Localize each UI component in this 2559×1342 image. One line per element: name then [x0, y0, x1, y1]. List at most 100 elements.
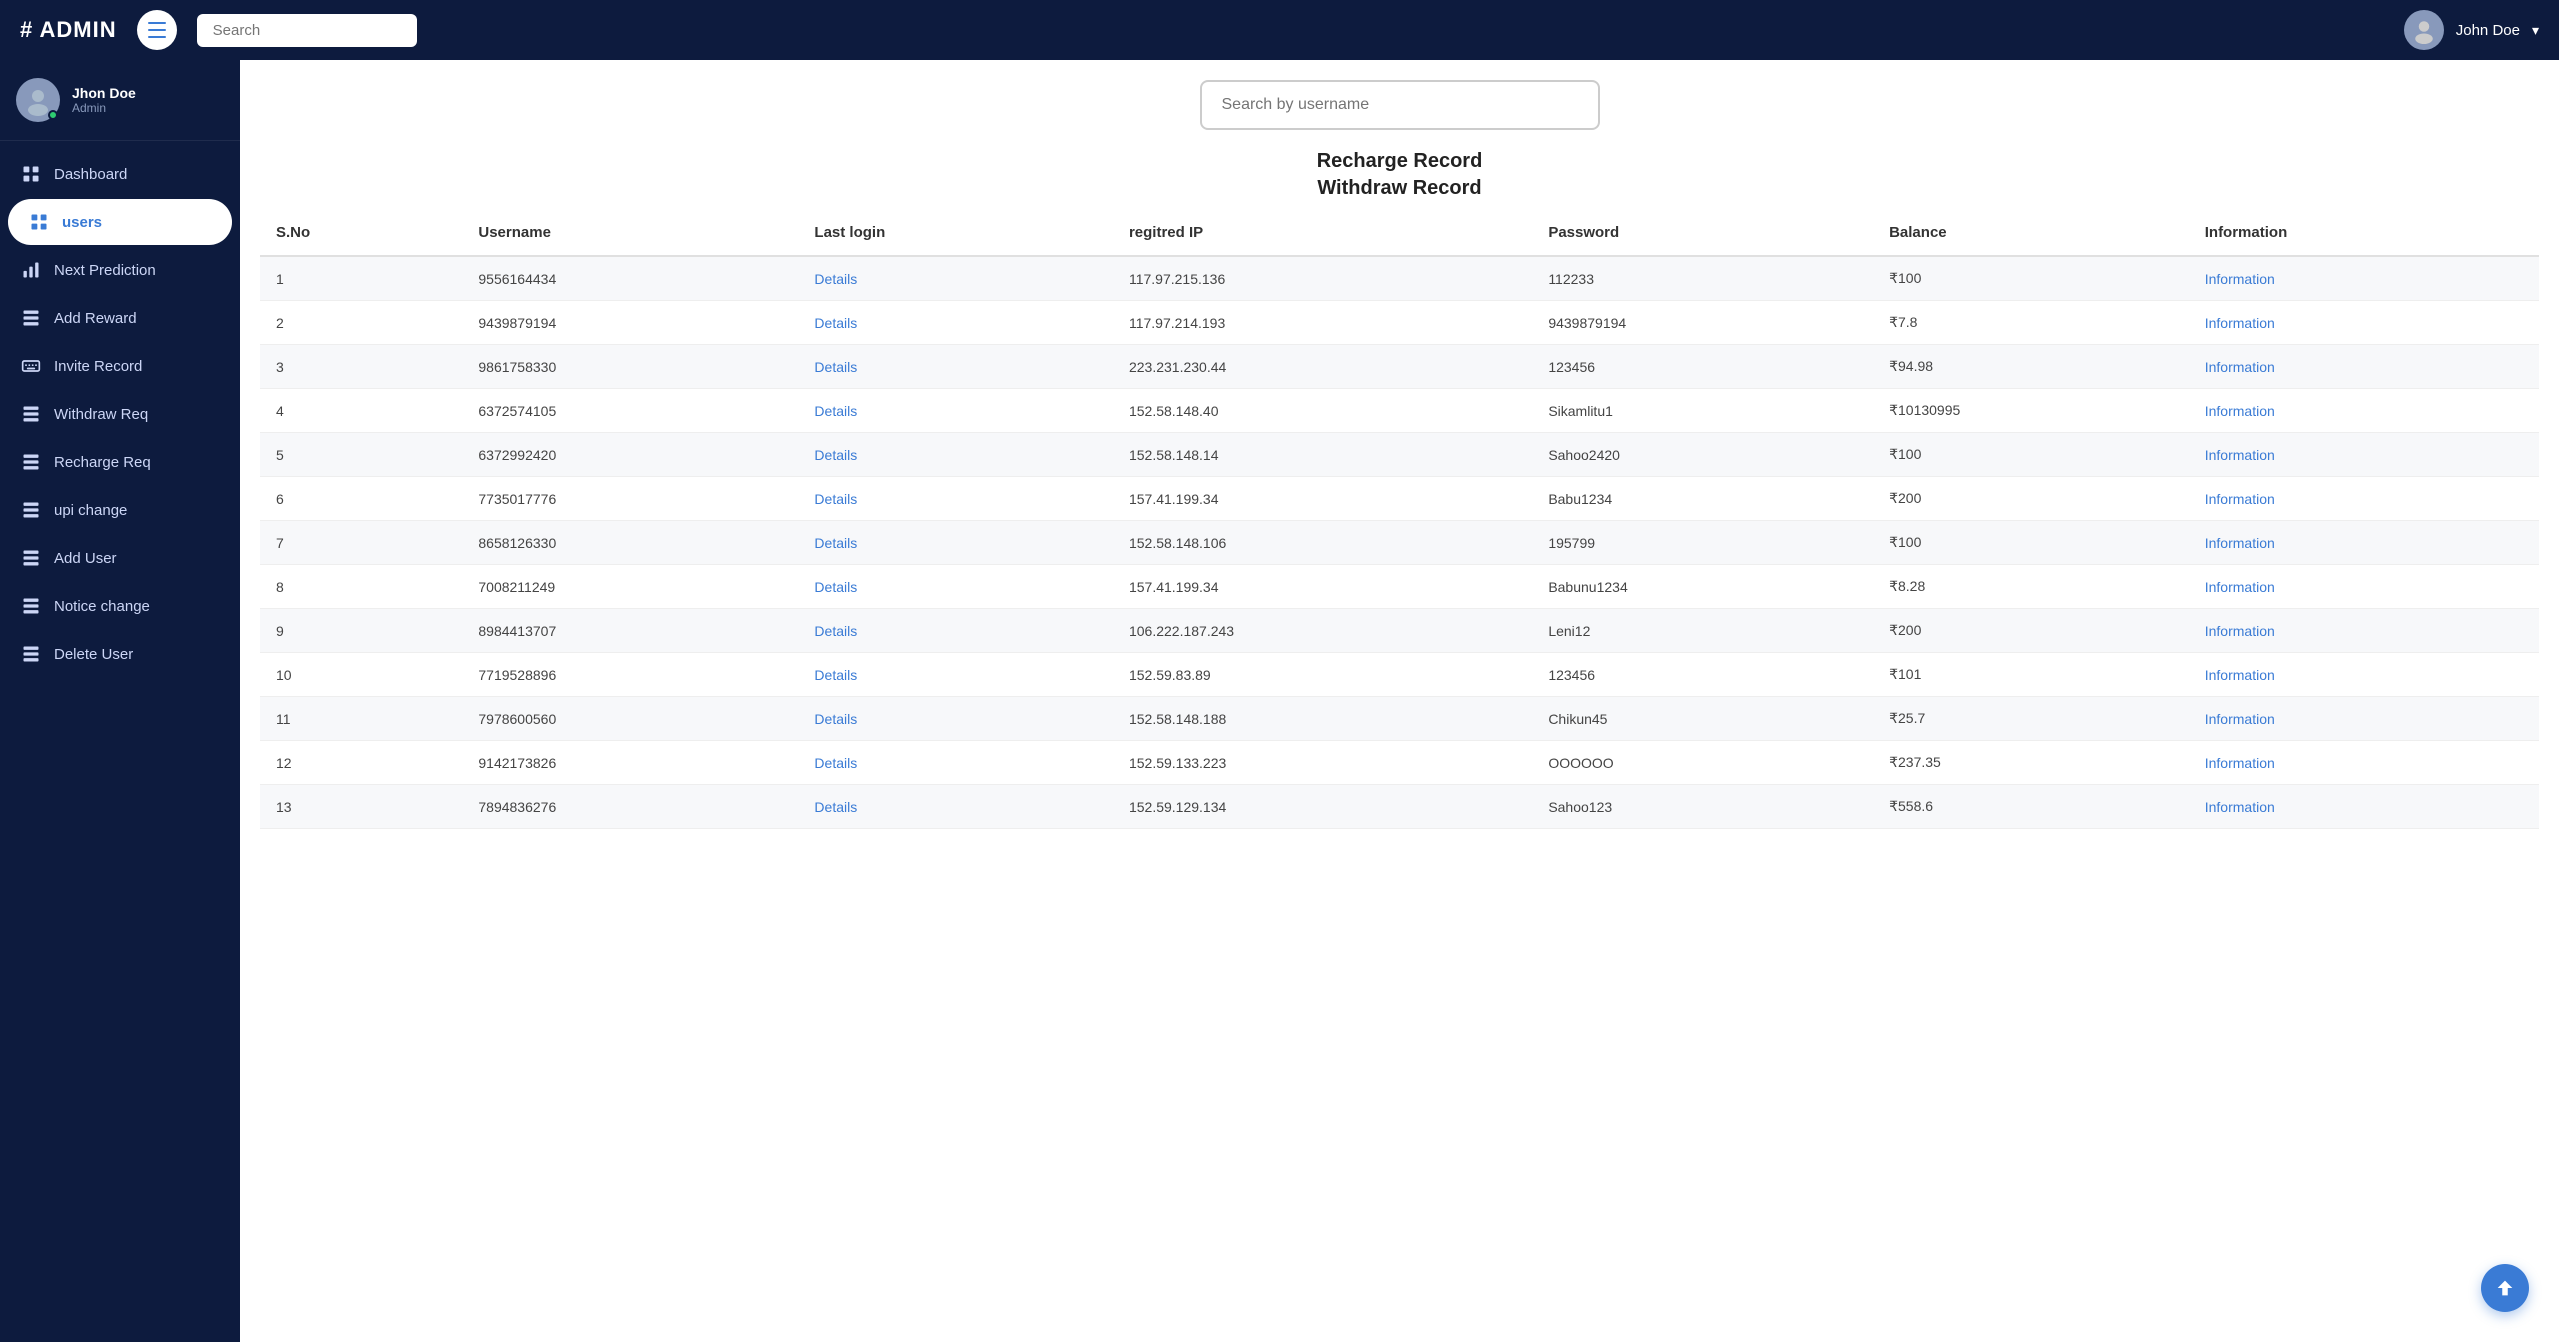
info-link[interactable]: Information — [2205, 579, 2275, 595]
cell-info[interactable]: Information — [2189, 565, 2539, 609]
sidebar-item-label-dashboard: Dashboard — [54, 166, 127, 183]
cell-last-login[interactable]: Details — [798, 697, 1113, 741]
cell-info[interactable]: Information — [2189, 256, 2539, 301]
info-link[interactable]: Information — [2205, 271, 2275, 287]
details-link[interactable]: Details — [814, 667, 857, 683]
info-link[interactable]: Information — [2205, 667, 2275, 683]
info-link[interactable]: Information — [2205, 491, 2275, 507]
cell-info[interactable]: Information — [2189, 389, 2539, 433]
sidebar-item-add-reward[interactable]: Add Reward — [0, 295, 232, 341]
table-row: 8 7008211249 Details 157.41.199.34 Babun… — [260, 565, 2539, 609]
cell-last-login[interactable]: Details — [798, 741, 1113, 785]
details-link[interactable]: Details — [814, 315, 857, 331]
info-link[interactable]: Information — [2205, 711, 2275, 727]
details-link[interactable]: Details — [814, 403, 857, 419]
sidebar-item-withdraw-req[interactable]: Withdraw Req — [0, 391, 232, 437]
details-link[interactable]: Details — [814, 755, 857, 771]
cell-info[interactable]: Information — [2189, 477, 2539, 521]
sidebar-item-delete-user[interactable]: Delete User — [0, 631, 232, 677]
info-link[interactable]: Information — [2205, 755, 2275, 771]
sidebar-item-recharge-req[interactable]: Recharge Req — [0, 439, 232, 485]
sidebar-item-next-prediction[interactable]: Next Prediction — [0, 247, 232, 293]
details-link[interactable]: Details — [814, 799, 857, 815]
navbar-search-input[interactable] — [197, 14, 417, 47]
details-link[interactable]: Details — [814, 623, 857, 639]
cell-ip: 152.58.148.188 — [1113, 697, 1532, 741]
details-link[interactable]: Details — [814, 535, 857, 551]
search-username-input[interactable] — [1200, 80, 1600, 130]
cell-last-login[interactable]: Details — [798, 609, 1113, 653]
sidebar-item-invite-record[interactable]: Invite Record — [0, 343, 232, 389]
cell-balance: ₹558.6 — [1873, 785, 2189, 829]
info-link[interactable]: Information — [2205, 623, 2275, 639]
cell-password: 112233 — [1532, 256, 1873, 301]
table-header-row: S.NoUsernameLast loginregitred IPPasswor… — [260, 210, 2539, 256]
sidebar-item-upi-change[interactable]: upi change — [0, 487, 232, 533]
cell-last-login[interactable]: Details — [798, 345, 1113, 389]
cell-info[interactable]: Information — [2189, 785, 2539, 829]
info-link[interactable]: Information — [2205, 359, 2275, 375]
table-header: S.NoUsernameLast loginregitred IPPasswor… — [260, 210, 2539, 256]
cell-ip: 152.59.129.134 — [1113, 785, 1532, 829]
cell-info[interactable]: Information — [2189, 741, 2539, 785]
details-link[interactable]: Details — [814, 579, 857, 595]
info-link[interactable]: Information — [2205, 535, 2275, 551]
sidebar-item-users[interactable]: users — [8, 199, 232, 245]
col-s.no: S.No — [260, 210, 462, 256]
scroll-top-button[interactable] — [2481, 1264, 2529, 1312]
navbar-dropdown-arrow[interactable]: ▾ — [2532, 22, 2539, 39]
col-regitred-ip: regitred IP — [1113, 210, 1532, 256]
cell-last-login[interactable]: Details — [798, 521, 1113, 565]
menu-button[interactable] — [137, 10, 177, 50]
cell-balance: ₹100 — [1873, 521, 2189, 565]
withdraw-record-heading: Withdraw Record — [240, 177, 2559, 200]
cell-last-login[interactable]: Details — [798, 256, 1113, 301]
cell-last-login[interactable]: Details — [798, 389, 1113, 433]
menu-line-3 — [148, 36, 166, 38]
cell-username: 6372574105 — [462, 389, 798, 433]
cell-last-login[interactable]: Details — [798, 477, 1113, 521]
info-link[interactable]: Information — [2205, 403, 2275, 419]
sidebar-nav: Dashboard users Next Prediction Add Rewa… — [0, 141, 240, 687]
sidebar-item-dashboard[interactable]: Dashboard — [0, 151, 232, 197]
menu-line-2 — [148, 29, 166, 31]
cell-last-login[interactable]: Details — [798, 785, 1113, 829]
cell-balance: ₹237.35 — [1873, 741, 2189, 785]
cell-info[interactable]: Information — [2189, 521, 2539, 565]
navbar-username[interactable]: John Doe — [2456, 22, 2520, 39]
info-link[interactable]: Information — [2205, 315, 2275, 331]
online-indicator — [48, 110, 58, 120]
col-information: Information — [2189, 210, 2539, 256]
details-link[interactable]: Details — [814, 711, 857, 727]
details-link[interactable]: Details — [814, 491, 857, 507]
table6-icon — [20, 595, 42, 617]
details-link[interactable]: Details — [814, 271, 857, 287]
cell-balance: ₹101 — [1873, 653, 2189, 697]
cell-password: 123456 — [1532, 653, 1873, 697]
cell-password: 195799 — [1532, 521, 1873, 565]
sidebar-item-notice-change[interactable]: Notice change — [0, 583, 232, 629]
cell-info[interactable]: Information — [2189, 653, 2539, 697]
info-link[interactable]: Information — [2205, 447, 2275, 463]
info-link[interactable]: Information — [2205, 799, 2275, 815]
cell-info[interactable]: Information — [2189, 609, 2539, 653]
cell-ip: 152.58.148.14 — [1113, 433, 1532, 477]
sidebar-item-label-recharge-req: Recharge Req — [54, 454, 151, 471]
cell-username: 7894836276 — [462, 785, 798, 829]
cell-last-login[interactable]: Details — [798, 433, 1113, 477]
cell-last-login[interactable]: Details — [798, 565, 1113, 609]
details-link[interactable]: Details — [814, 359, 857, 375]
sidebar-item-label-withdraw-req: Withdraw Req — [54, 406, 148, 423]
sidebar-item-add-user[interactable]: Add User — [0, 535, 232, 581]
cell-info[interactable]: Information — [2189, 433, 2539, 477]
table3-icon — [20, 451, 42, 473]
details-link[interactable]: Details — [814, 447, 857, 463]
cell-info[interactable]: Information — [2189, 345, 2539, 389]
cell-last-login[interactable]: Details — [798, 301, 1113, 345]
cell-info[interactable]: Information — [2189, 301, 2539, 345]
table-body: 1 9556164434 Details 117.97.215.136 1122… — [260, 256, 2539, 829]
cell-last-login[interactable]: Details — [798, 653, 1113, 697]
cell-username: 7008211249 — [462, 565, 798, 609]
cell-info[interactable]: Information — [2189, 697, 2539, 741]
chart-icon — [20, 259, 42, 281]
